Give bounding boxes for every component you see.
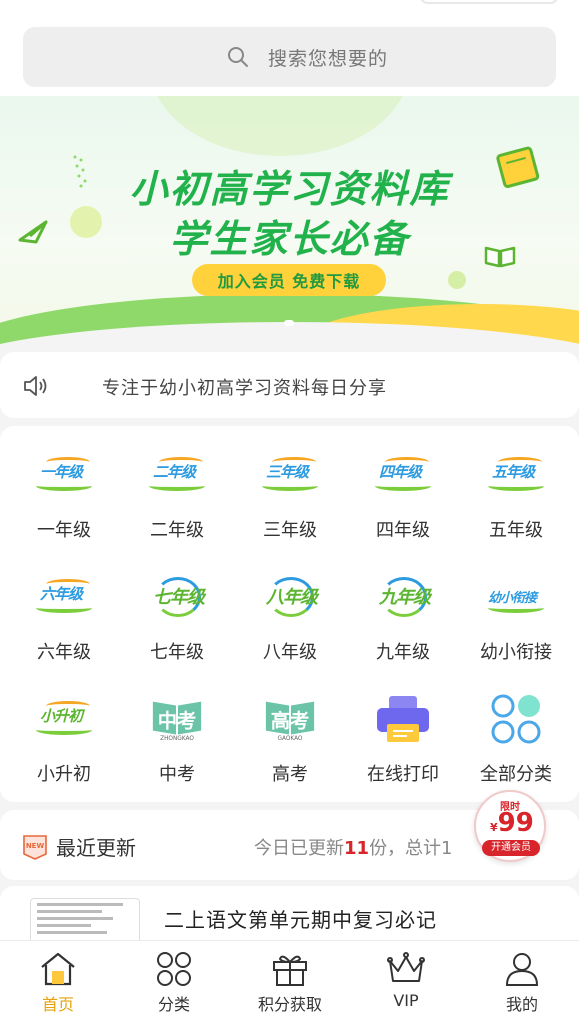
category-label: 六年级	[37, 642, 91, 663]
svg-text:NEW: NEW	[26, 842, 45, 850]
home-icon	[41, 952, 75, 986]
category-grade-7[interactable]: 七年级 七年级	[119, 552, 235, 663]
search-bar[interactable]: 搜索您想要的	[23, 27, 556, 87]
category-all[interactable]: 全部分类	[458, 674, 574, 785]
primary-to-middle-icon: 小升初	[36, 699, 92, 739]
category-label: 高考	[272, 764, 308, 785]
notice-text: 专注于幼小初高学习资料每日分享	[102, 378, 387, 399]
grade-2-icon: 二年级	[149, 455, 205, 495]
user-icon	[505, 953, 539, 986]
all-categories-icon	[491, 694, 541, 744]
category-grade-9[interactable]: 九年级 九年级	[345, 552, 461, 663]
category-label: 七年级	[150, 642, 204, 663]
grade-5-icon: 五年级	[488, 455, 544, 495]
category-label: 一年级	[37, 520, 91, 541]
category-grade-2[interactable]: 二年级 二年级	[119, 430, 235, 541]
svg-text:高考: 高考	[271, 710, 310, 733]
preschool-transition-icon: 幼小衔接	[488, 577, 544, 617]
category-label: 全部分类	[480, 764, 552, 785]
grade-6-icon: 六年级	[36, 577, 92, 617]
gift-icon	[273, 955, 307, 986]
svg-text:ZHONGKAO: ZHONGKAO	[160, 736, 194, 742]
category-grade-1[interactable]: 一年级 一年级	[6, 430, 122, 541]
grade-1-icon: 一年级	[36, 455, 92, 495]
category-preschool-transition[interactable]: 幼小衔接 幼小衔接	[458, 552, 574, 663]
category-label: 中考	[159, 764, 195, 785]
tab-vip[interactable]: VIP	[348, 941, 464, 1024]
category-label: 五年级	[489, 520, 543, 541]
speaker-icon	[24, 376, 47, 396]
svg-text:GAOKAO: GAOKAO	[278, 736, 303, 742]
document-title: 二上语文第单元期中复习必记	[164, 908, 437, 932]
crown-icon	[387, 952, 425, 982]
vip-price: ¥99	[490, 808, 534, 838]
category-grade-5[interactable]: 五年级 五年级	[458, 430, 574, 541]
promo-banner[interactable]: 小初高学习资料库 学生家长必备 加入会员 免费下载	[0, 96, 579, 344]
search-placeholder: 搜索您想要的	[268, 47, 389, 70]
category-grade-8[interactable]: 八年级 八年级	[232, 552, 348, 663]
category-label: 小升初	[37, 764, 91, 785]
notice-bar[interactable]: 专注于幼小初高学习资料每日分享	[0, 352, 579, 418]
bottom-tab-bar: 首页 分类 积分获取 VIP 我的	[0, 940, 579, 1024]
category-icon	[157, 952, 191, 986]
grade-4-icon: 四年级	[375, 455, 431, 495]
tab-category[interactable]: 分类	[116, 941, 232, 1024]
vip-join-label: 开通会员	[482, 840, 540, 856]
category-grid: 一年级 一年级 二年级 二年级 三年级 三年级 四年级 四年级 五年级 五年级 …	[0, 426, 579, 802]
category-label: 在线打印	[367, 764, 439, 785]
svg-text:中考: 中考	[158, 710, 197, 733]
banner-title-line2: 学生家长必备	[169, 217, 410, 261]
banner-title-line1: 小初高学习资料库	[129, 167, 450, 211]
gaokao-book-icon: 高考 GAOKAO	[265, 701, 315, 742]
grade-7-icon: 七年级	[149, 577, 205, 617]
grade-3-icon: 三年级	[262, 455, 318, 495]
zhongkao-book-icon: 中考 ZHONGKAO	[152, 701, 202, 742]
tab-mine[interactable]: 我的	[464, 941, 579, 1024]
category-label: 四年级	[376, 520, 430, 541]
category-gaokao[interactable]: 高考 GAOKAO 高考	[232, 674, 348, 785]
top-bar: 搜索您想要的	[0, 0, 579, 96]
grade-9-icon: 九年级	[375, 577, 431, 617]
update-stats: 今日已更新11份，总计1	[254, 838, 453, 859]
grade-8-icon: 八年级	[262, 577, 318, 617]
category-zhongkao[interactable]: 中考 ZHONGKAO 中考	[119, 674, 235, 785]
category-label: 三年级	[263, 520, 317, 541]
printer-icon	[377, 696, 429, 742]
category-label: 九年级	[376, 642, 430, 663]
carousel-indicator	[284, 320, 294, 326]
category-primary-to-middle[interactable]: 小升初 小升初	[6, 674, 122, 785]
category-label: 二年级	[150, 520, 204, 541]
new-badge-icon: NEW	[23, 835, 47, 860]
vip-promo-badge[interactable]: 限时 ¥99 开通会员	[474, 790, 546, 862]
category-label: 幼小衔接	[480, 642, 552, 663]
category-grade-3[interactable]: 三年级 三年级	[232, 430, 348, 541]
top-pill	[419, 0, 559, 4]
search-icon	[228, 47, 248, 67]
category-grade-6[interactable]: 六年级 六年级	[6, 552, 122, 663]
today-count: 11	[344, 838, 370, 859]
tab-home[interactable]: 首页	[0, 941, 116, 1024]
recent-updates-title: 最近更新	[56, 836, 136, 860]
category-online-print[interactable]: 在线打印	[345, 674, 461, 785]
banner-join-button[interactable]: 加入会员 免费下载	[192, 264, 386, 296]
category-grade-4[interactable]: 四年级 四年级	[345, 430, 461, 541]
tab-points[interactable]: 积分获取	[232, 941, 348, 1024]
category-label: 八年级	[263, 642, 317, 663]
